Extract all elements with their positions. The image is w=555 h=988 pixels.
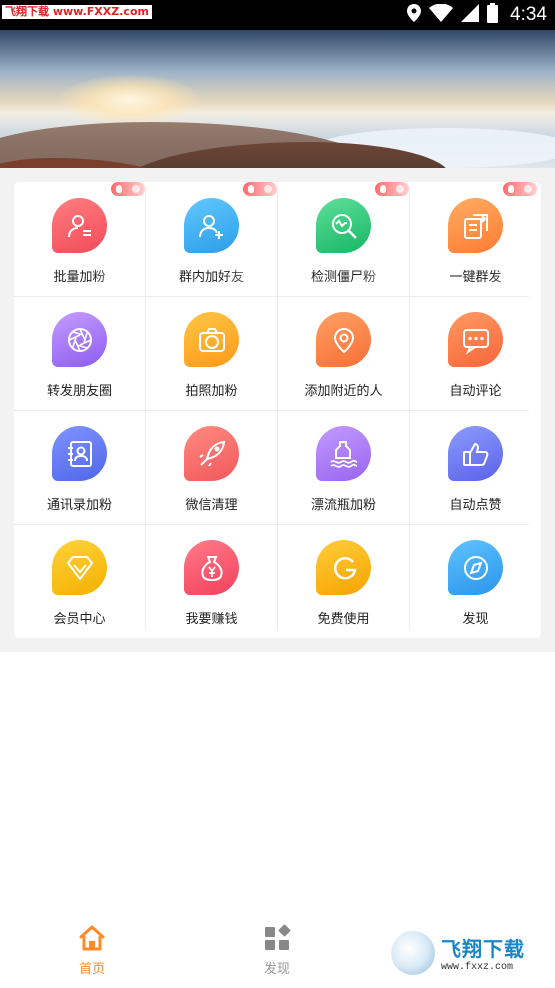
location-pin-icon (316, 312, 371, 367)
signal-icon (461, 4, 480, 26)
bottle-icon (316, 426, 371, 481)
feature-item-label: 检测僵尸粉 (278, 266, 409, 285)
feature-item-label: 拍照加粉 (185, 384, 238, 399)
watermark-logo-icon (391, 931, 435, 975)
tab-home-label: 首页 (78, 962, 105, 977)
watermark-title: 飞翔下载 (441, 937, 525, 961)
add-user-icon (184, 198, 239, 253)
watermark-top: 飞翔下载 www.FXXZ.com (2, 5, 152, 19)
tab-home[interactable]: 首页 (52, 924, 132, 980)
feature-item-label: 批量加粉 (14, 266, 145, 285)
feature-item-money-bag[interactable]: 我要赚钱 (146, 524, 277, 638)
battery-icon (487, 3, 499, 27)
money-bag-icon (184, 540, 239, 595)
compass-icon (448, 540, 503, 595)
hot-badge (375, 182, 409, 196)
send-doc-icon (448, 198, 503, 253)
feature-item-compass[interactable]: 发现 (410, 524, 541, 638)
feature-item-label: 免费使用 (317, 612, 370, 627)
watermark-bottom: 飞翔下载 www.fxxz.com (389, 928, 547, 978)
feature-item-label: 漂流瓶加粉 (310, 498, 376, 513)
feature-item-comment[interactable]: 自动评论 (410, 296, 541, 410)
comment-icon (448, 312, 503, 367)
magnifier-pulse-icon (316, 198, 371, 253)
camera-icon (184, 312, 239, 367)
tab-discover-label: 发现 (263, 962, 290, 977)
banner-image[interactable] (0, 30, 555, 168)
aperture-icon (52, 312, 107, 367)
hot-badge (243, 182, 277, 196)
feature-item-label: 通讯录加粉 (46, 498, 112, 513)
feature-item-label: 我要赚钱 (185, 612, 238, 627)
feature-item-label: 微信清理 (185, 498, 238, 513)
letter-g-icon (316, 540, 371, 595)
feature-item-diamond[interactable]: 会员中心 (14, 524, 145, 638)
tab-discover[interactable]: 发现 (237, 924, 317, 980)
feature-item-label: 自动点赞 (449, 498, 502, 513)
feature-item-label: 自动评论 (449, 384, 502, 399)
feature-item-send-doc[interactable]: 一键群发 (410, 182, 541, 296)
feature-item-bottle[interactable]: 漂流瓶加粉 (278, 410, 409, 524)
thumbs-up-icon (448, 426, 503, 481)
diamond-icon (52, 540, 107, 595)
feature-grid-card: 批量加粉 群内加好友 检测僵尸粉 一键群发转发朋友圈 拍照加粉 添加附近的人 自动评论通讯录… (14, 182, 541, 638)
home-icon (79, 925, 105, 951)
clock-time: 4:34 (510, 4, 547, 25)
status-icons: 4:34 (407, 3, 547, 27)
status-bar: 飞翔下载 www.FXXZ.com 4:34 (0, 0, 555, 30)
contacts-book-icon (52, 426, 107, 481)
feature-item-add-user[interactable]: 群内加好友 (146, 182, 277, 296)
wifi-icon (429, 3, 454, 26)
grid-shapes-icon (265, 924, 291, 950)
banner-sun (60, 75, 200, 125)
feature-item-thumbs-up[interactable]: 自动点赞 (410, 410, 541, 524)
feature-item-label: 群内加好友 (146, 266, 277, 285)
feature-item-label: 发现 (462, 612, 489, 627)
hot-badge (111, 182, 145, 196)
user-list-icon (52, 198, 107, 253)
watermark-url: www.fxxz.com (441, 962, 514, 973)
hot-badge (503, 182, 537, 196)
feature-item-user-list[interactable]: 批量加粉 (14, 182, 145, 296)
feature-item-label: 会员中心 (53, 612, 106, 627)
feature-item-label: 添加附近的人 (304, 384, 383, 399)
feature-item-label: 转发朋友圈 (46, 384, 112, 399)
feature-item-aperture[interactable]: 转发朋友圈 (14, 296, 145, 410)
feature-item-contacts-book[interactable]: 通讯录加粉 (14, 410, 145, 524)
feature-item-location-pin[interactable]: 添加附近的人 (278, 296, 409, 410)
feature-item-rocket[interactable]: 微信清理 (146, 410, 277, 524)
feature-item-label: 一键群发 (410, 266, 541, 285)
feature-item-letter-g[interactable]: 免费使用 (278, 524, 409, 638)
location-icon (407, 4, 422, 26)
feature-item-camera[interactable]: 拍照加粉 (146, 296, 277, 410)
rocket-icon (184, 426, 239, 481)
feature-item-magnifier-pulse[interactable]: 检测僵尸粉 (278, 182, 409, 296)
